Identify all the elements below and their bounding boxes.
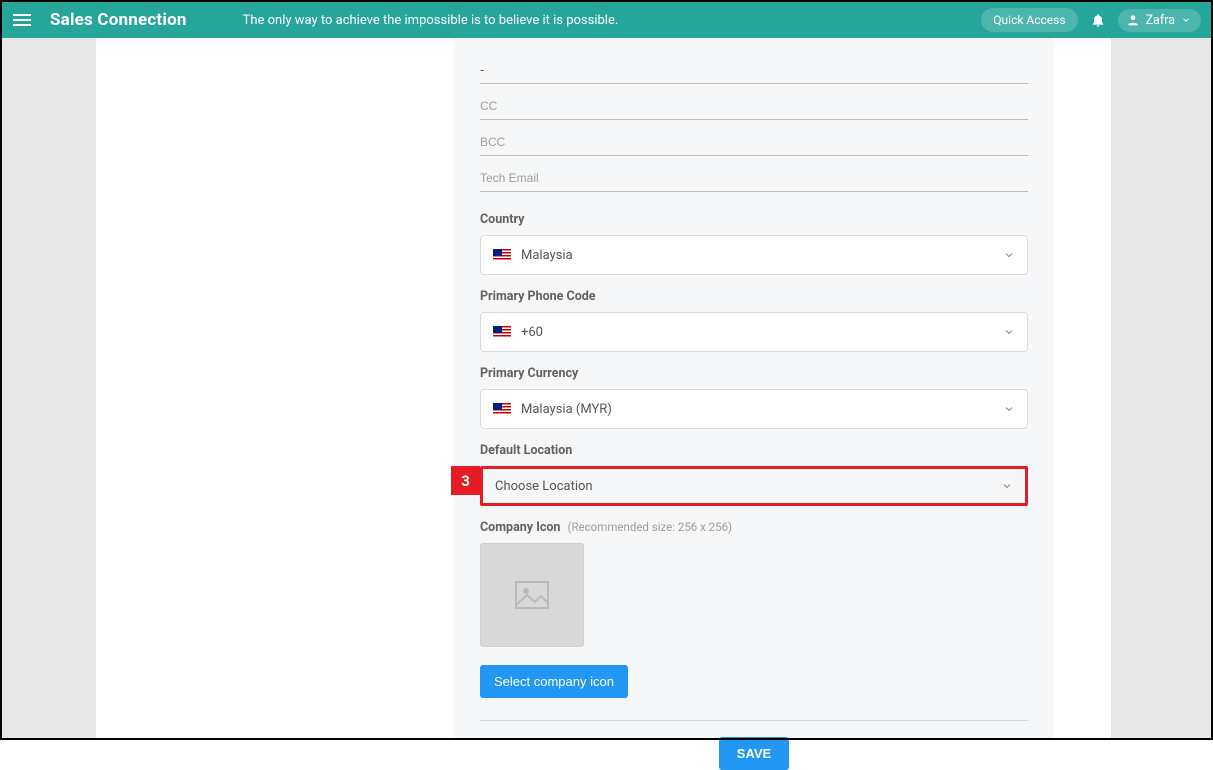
chevron-down-icon	[1181, 15, 1191, 25]
phone-code-select[interactable]: +60	[480, 312, 1028, 352]
flag-icon	[493, 326, 511, 338]
form-card: Country Malaysia Primary Phone Code +60 …	[454, 38, 1054, 738]
bell-icon[interactable]	[1090, 12, 1106, 28]
tech-email-field[interactable]	[480, 162, 1028, 192]
dash-field[interactable]	[480, 54, 1028, 84]
phone-code-label: Primary Phone Code	[480, 289, 1028, 304]
currency-select[interactable]: Malaysia (MYR)	[480, 389, 1028, 429]
chevron-down-icon	[1003, 249, 1015, 261]
chevron-down-icon	[1003, 403, 1015, 415]
avatar-icon	[1126, 13, 1140, 27]
user-name: Zafra	[1146, 13, 1175, 28]
divider	[480, 720, 1028, 721]
currency-label: Primary Currency	[480, 366, 1028, 381]
company-icon-label: Company Icon (Recommended size: 256 x 25…	[480, 520, 1028, 535]
company-icon-label-text: Company Icon	[480, 520, 560, 535]
phone-code-value: +60	[521, 325, 543, 340]
chevron-down-icon	[1001, 480, 1013, 492]
step-badge: 3	[451, 466, 480, 495]
tagline: The only way to achieve the impossible i…	[243, 13, 619, 28]
company-icon-preview	[480, 543, 584, 647]
default-location-placeholder: Choose Location	[495, 479, 593, 494]
country-value: Malaysia	[521, 248, 573, 263]
quick-access-button[interactable]: Quick Access	[981, 8, 1077, 32]
image-placeholder-icon	[515, 581, 549, 609]
user-menu[interactable]: Zafra	[1118, 9, 1201, 32]
topbar: Sales Connection The only way to achieve…	[2, 2, 1211, 38]
flag-icon	[493, 249, 511, 261]
chevron-down-icon	[1003, 326, 1015, 338]
flag-icon	[493, 403, 511, 415]
country-select[interactable]: Malaysia	[480, 235, 1028, 275]
country-label: Country	[480, 212, 1028, 227]
app-title: Sales Connection	[50, 10, 187, 30]
page-background: Country Malaysia Primary Phone Code +60 …	[2, 38, 1211, 738]
company-icon-hint: (Recommended size: 256 x 256)	[568, 520, 733, 534]
bcc-field[interactable]	[480, 126, 1028, 156]
currency-value: Malaysia (MYR)	[521, 402, 612, 417]
default-location-label: Default Location	[480, 443, 1028, 458]
save-button[interactable]: SAVE	[719, 737, 789, 770]
select-company-icon-button[interactable]: Select company icon	[480, 665, 628, 698]
default-location-select[interactable]: Choose Location	[480, 466, 1028, 506]
cc-field[interactable]	[480, 90, 1028, 120]
menu-icon[interactable]	[8, 6, 36, 34]
content-panel: Country Malaysia Primary Phone Code +60 …	[96, 38, 1111, 738]
